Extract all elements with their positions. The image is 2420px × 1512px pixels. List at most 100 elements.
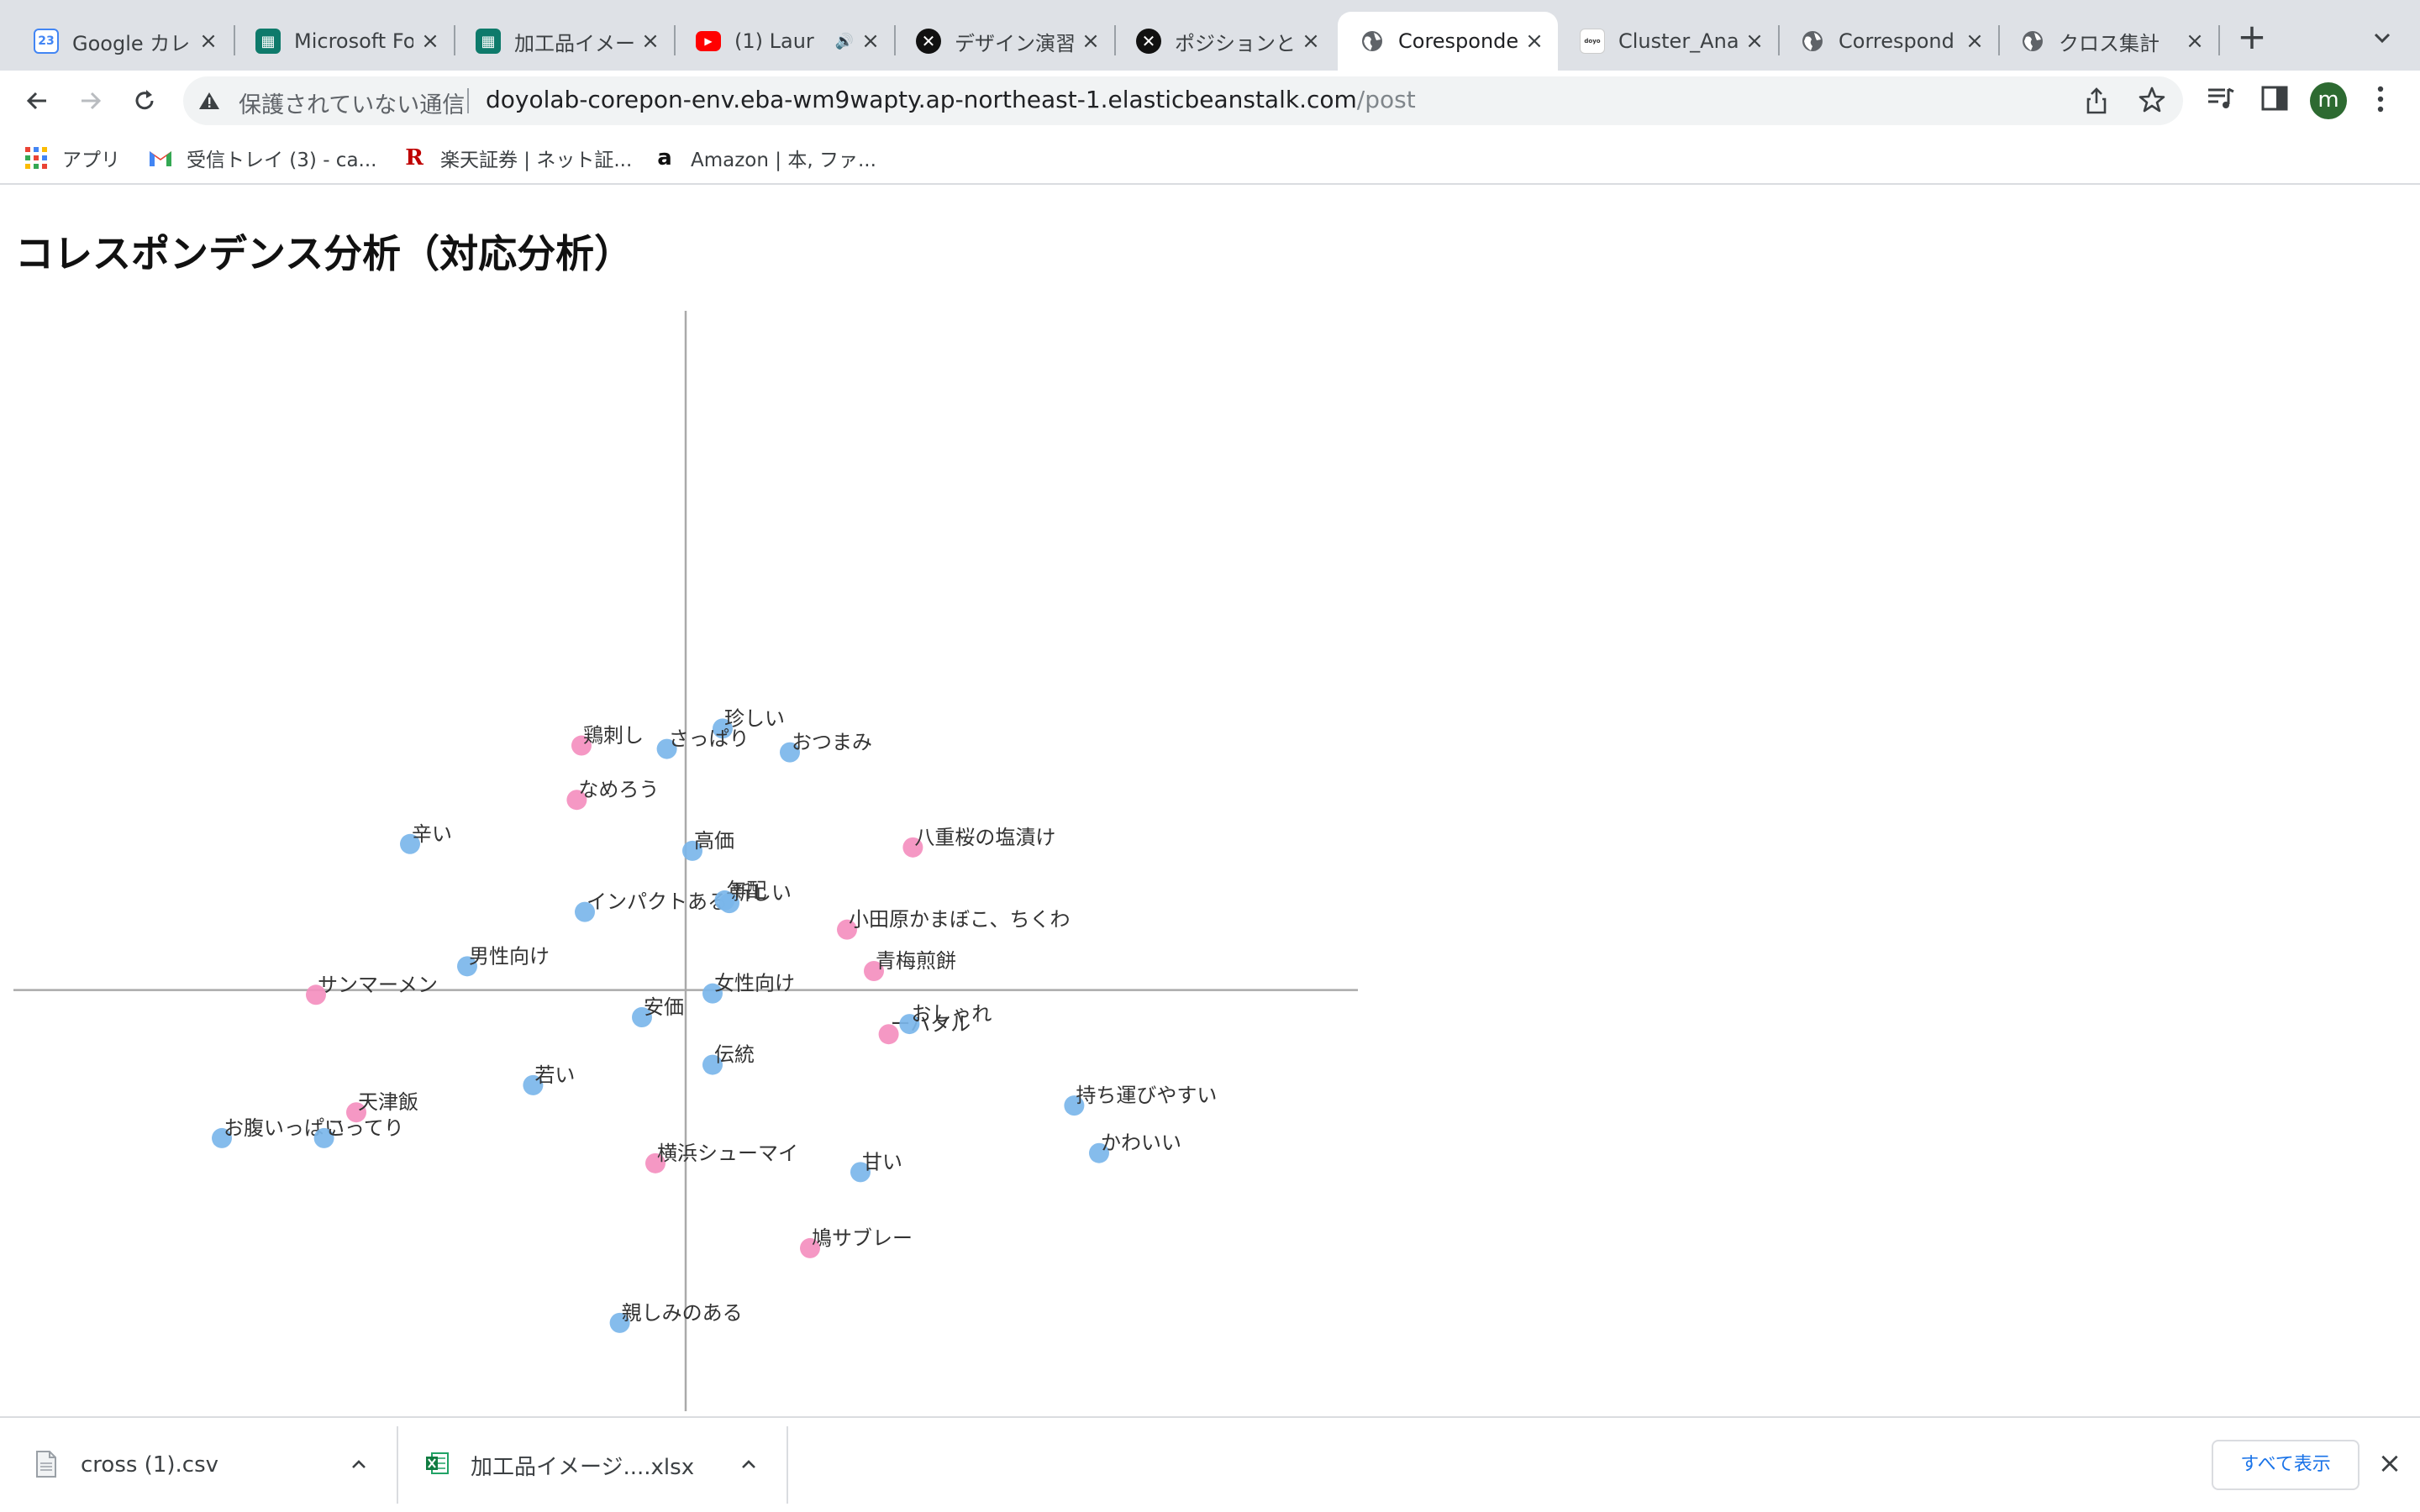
bookmark-label: Amazon | 本, ファ...: [691, 150, 876, 171]
url-host: doyolab-corepon-env.eba-wm9wapty.ap-nort…: [486, 86, 1357, 113]
amazon-icon: a: [657, 145, 672, 171]
address-bar[interactable]: 保護されていない通信 doyolab-corepon-env.eba-wm9wa…: [183, 76, 2183, 125]
column-point-label: 辛い: [412, 822, 452, 846]
share-icon[interactable]: [2084, 87, 2109, 118]
browser-toolbar: 保護されていない通信 doyolab-corepon-env.eba-wm9wa…: [0, 71, 2420, 131]
tab-positioning[interactable]: ✕ ポジションと ×: [1114, 12, 1334, 71]
row-point-label: なめろう: [578, 778, 659, 801]
bookmark-label: 楽天証券 | ネット証...: [440, 150, 633, 171]
tab-title: ポジションと: [1175, 31, 1294, 55]
chevron-up-icon[interactable]: [736, 1452, 761, 1477]
download-separator: [397, 1426, 398, 1504]
url-text[interactable]: doyolab-corepon-env.eba-wm9wapty.ap-nort…: [486, 86, 1416, 113]
bookmark-label: アプリ: [62, 150, 120, 171]
column-point-label: こってり: [326, 1116, 404, 1140]
globe-favicon-icon: [2020, 29, 2045, 54]
tab-youtube[interactable]: ▶ (1) Laur 🔊 ×: [674, 12, 894, 71]
csv-file-icon: [35, 1451, 60, 1479]
download-filename: 加工品イメージ....xlsx: [471, 1454, 695, 1480]
close-download-shelf-icon[interactable]: ×: [2375, 1448, 2405, 1478]
correspondence-scatter-plot: 鶏刺しなめろう八重桜の塩漬け小田原かまぼこ、ちくわ青梅煎餅サンマーメンーハタル天…: [13, 311, 1358, 1411]
download-filename: cross (1).csv: [81, 1452, 218, 1478]
youtube-favicon-icon: ▶: [696, 31, 721, 51]
tab-title: デザイン演習: [955, 31, 1074, 55]
column-point-label: 高価: [694, 829, 734, 853]
tab-close-icon[interactable]: ×: [2183, 29, 2207, 54]
tab-google-calendar[interactable]: 23 Google カレ ×: [12, 12, 232, 71]
download-item-xlsx[interactable]: 加工品イメージ....xlsx: [425, 1418, 778, 1512]
chevron-up-icon[interactable]: [346, 1452, 371, 1477]
tab-title: Cluster_Ana: [1618, 29, 1738, 53]
apps-grid-icon: [24, 145, 49, 171]
tab-close-icon[interactable]: ×: [859, 29, 882, 54]
speaker-icon[interactable]: 🔊: [835, 33, 854, 50]
bookmark-apps[interactable]: アプリ: [24, 143, 120, 173]
tab-title: Microsoft Fo: [294, 29, 413, 53]
bookmark-amazon[interactable]: a Amazon | 本, ファ...: [652, 143, 876, 173]
column-point-label: 新しい: [731, 881, 792, 905]
column-point-label: おしゃれ: [911, 1002, 992, 1026]
tab-title: クロス集計: [2059, 31, 2160, 55]
kebab-menu-icon[interactable]: [2368, 82, 2393, 119]
warning-triangle-icon[interactable]: [198, 91, 220, 114]
tab-separator: [2218, 25, 2220, 55]
tab-close-icon[interactable]: ×: [1743, 29, 1766, 54]
row-point-label: サンマーメン: [318, 973, 438, 996]
row-point-label: 八重桜の塩漬け: [914, 826, 1055, 849]
tab-forms-image[interactable]: ▦ 加工品イメー ×: [454, 12, 674, 71]
tab-correspondence-active[interactable]: Corespondence ×: [1338, 12, 1558, 71]
tab-correspond-2[interactable]: Correspond ×: [1778, 12, 1998, 71]
bookmarks-bar: アプリ 受信トレイ (3) - ca... R 楽天証券 | ネット証... a…: [0, 131, 2420, 185]
tab-cross-tabulation[interactable]: クロス集計 ×: [1998, 12, 2218, 71]
url-path: /post: [1356, 86, 1416, 113]
globe-favicon-icon: [1800, 29, 1825, 54]
media-control-icon[interactable]: [2205, 82, 2237, 118]
bookmark-star-icon[interactable]: [2138, 86, 2166, 118]
tab-close-icon[interactable]: ×: [1523, 29, 1546, 54]
profile-avatar[interactable]: m: [2310, 82, 2347, 119]
back-arrow-icon[interactable]: [17, 81, 57, 121]
tab-microsoft-forms[interactable]: ▦ Microsoft Fo ×: [234, 12, 454, 71]
globe-favicon-icon: [1360, 29, 1385, 54]
forms-favicon-icon: ▦: [476, 29, 501, 54]
bookmark-rakuten[interactable]: R 楽天証券 | ネット証...: [402, 143, 632, 173]
tab-close-icon[interactable]: ×: [1299, 29, 1323, 54]
side-panel-icon[interactable]: [2259, 82, 2291, 118]
tab-close-icon[interactable]: ×: [1963, 29, 1986, 54]
forward-arrow-icon[interactable]: [71, 81, 111, 121]
tab-close-icon[interactable]: ×: [418, 29, 442, 54]
column-point-label: インパクトある: [587, 890, 728, 914]
tab-close-icon[interactable]: ×: [639, 29, 662, 54]
reload-icon[interactable]: [124, 81, 165, 121]
new-tab-plus-icon[interactable]: +: [2235, 19, 2269, 55]
row-point-label: 鳩サブレー: [812, 1226, 913, 1250]
tab-close-icon[interactable]: ×: [197, 29, 220, 54]
calendar-favicon-icon: 23: [34, 29, 59, 54]
x-favicon-icon: ✕: [1136, 29, 1161, 54]
tab-close-icon[interactable]: ×: [1079, 29, 1102, 54]
tab-design-exercise[interactable]: ✕ デザイン演習 ×: [894, 12, 1114, 71]
tab-strip: 23 Google カレ × ▦ Microsoft Fo × ▦ 加工品イメー…: [0, 0, 2420, 71]
bookmark-gmail[interactable]: 受信トレイ (3) - ca...: [148, 143, 377, 173]
page-content: コレスポンデンス分析（対応分析） 鶏刺し なめろう 八重桜の塩漬け 小田原かまぼこ、ち…: [0, 185, 2420, 1416]
tab-search-chevron-icon[interactable]: [2368, 25, 2396, 50]
row-point-label: 天津飯: [358, 1090, 418, 1114]
bookmark-label: 受信トレイ (3) - ca...: [187, 150, 377, 171]
column-point-label: 女性向け: [714, 972, 795, 995]
gmail-icon: [148, 145, 173, 171]
tab-title: Correspond: [1839, 29, 1954, 53]
download-item-csv[interactable]: cross (1).csv: [35, 1418, 388, 1512]
column-point-label: 男性向け: [469, 944, 550, 968]
show-all-downloads-button[interactable]: すべて表示: [2212, 1440, 2360, 1490]
tab-cluster-analysis[interactable]: doyo Cluster_Ana ×: [1558, 12, 1778, 71]
url-separator: [467, 88, 469, 113]
security-status-label[interactable]: 保護されていない通信: [239, 87, 465, 119]
tab-title: (1) Laur: [734, 29, 814, 53]
download-separator: [786, 1426, 788, 1504]
doyolab-favicon-icon: doyo: [1580, 29, 1605, 54]
column-point-label: 安価: [644, 995, 684, 1019]
column-point-label: かわいい: [1101, 1131, 1181, 1155]
column-point-label: 持ち運びやすい: [1076, 1084, 1217, 1107]
download-shelf: cross (1).csv 加工品イメージ....xlsx すべて表示 ×: [0, 1416, 2420, 1512]
tab-title: Corespondence: [1398, 29, 1518, 53]
